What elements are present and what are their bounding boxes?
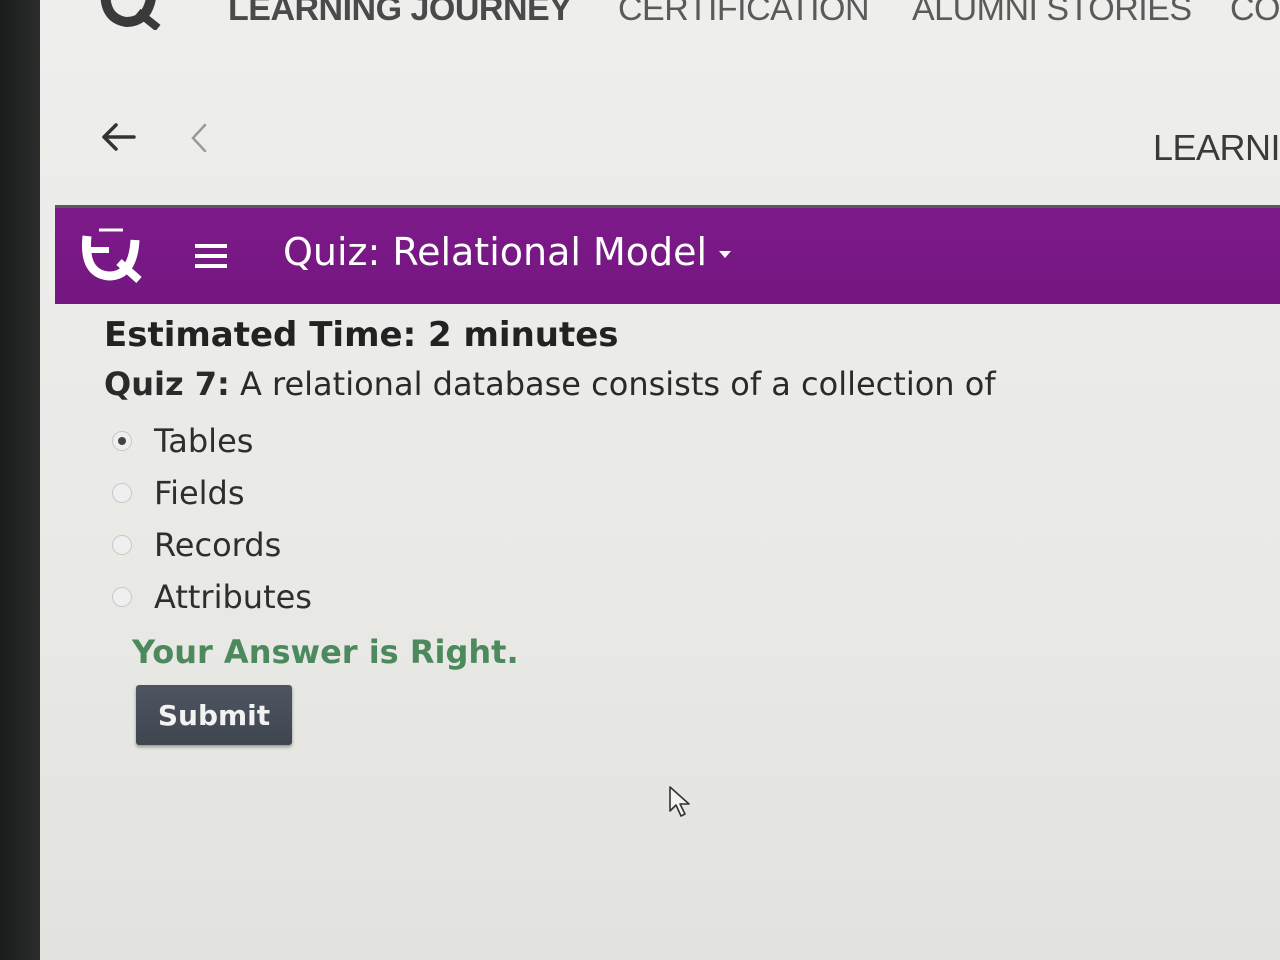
option-fields[interactable]: Fields bbox=[104, 467, 996, 519]
browser-screen: LEARNING JOURNEY CERTIFICATION ALUMNI ST… bbox=[40, 0, 1280, 960]
radio-button[interactable] bbox=[112, 535, 132, 555]
option-tables[interactable]: Tables bbox=[104, 415, 996, 467]
brand-logo-icon[interactable] bbox=[98, 0, 162, 30]
nav-co[interactable]: CO bbox=[1230, 0, 1280, 29]
quiz-logo-icon[interactable] bbox=[77, 222, 145, 284]
option-label: Tables bbox=[154, 422, 254, 460]
option-attributes[interactable]: Attributes bbox=[104, 571, 996, 623]
option-records[interactable]: Records bbox=[104, 519, 996, 571]
estimated-time: Estimated Time: 2 minutes bbox=[104, 315, 619, 355]
question: Quiz 7: A relational database consists o… bbox=[104, 365, 996, 403]
option-label: Attributes bbox=[154, 578, 312, 616]
option-label: Fields bbox=[154, 474, 245, 512]
quiz-title-dropdown[interactable]: Quiz: Relational Model bbox=[283, 230, 732, 274]
question-number: Quiz 7: bbox=[104, 365, 230, 403]
quiz-header-bar: Quiz: Relational Model bbox=[55, 205, 1280, 304]
chevron-left-icon[interactable] bbox=[185, 121, 213, 155]
quiz-content: Estimated Time: 2 minutes Quiz 7: A rela… bbox=[104, 315, 996, 745]
nav-learning-journey[interactable]: LEARNING JOURNEY bbox=[228, 0, 572, 29]
arrow-left-icon[interactable] bbox=[98, 117, 138, 157]
hamburger-menu-icon[interactable] bbox=[195, 244, 227, 268]
quiz-title: Quiz: Relational Model bbox=[283, 230, 708, 274]
sub-navigation-bar: LEARNI bbox=[40, 95, 1280, 195]
question-text: A relational database consists of a coll… bbox=[239, 365, 996, 403]
radio-button[interactable] bbox=[112, 431, 132, 451]
answer-feedback: Your Answer is Right. bbox=[132, 633, 519, 671]
site-top-nav: LEARNING JOURNEY CERTIFICATION ALUMNI ST… bbox=[40, 0, 1280, 70]
submit-button[interactable]: Submit bbox=[136, 685, 292, 745]
section-title: LEARNI bbox=[1152, 127, 1280, 168]
nav-certification[interactable]: CERTIFICATION bbox=[618, 0, 870, 29]
radio-button[interactable] bbox=[112, 587, 132, 607]
answer-options: Tables Fields Records Attributes bbox=[104, 415, 996, 623]
radio-button[interactable] bbox=[112, 483, 132, 503]
caret-down-icon bbox=[719, 251, 732, 258]
nav-alumni-stories[interactable]: ALUMNI STORIES bbox=[912, 0, 1192, 29]
option-label: Records bbox=[154, 526, 282, 564]
mouse-pointer-icon bbox=[669, 786, 690, 817]
